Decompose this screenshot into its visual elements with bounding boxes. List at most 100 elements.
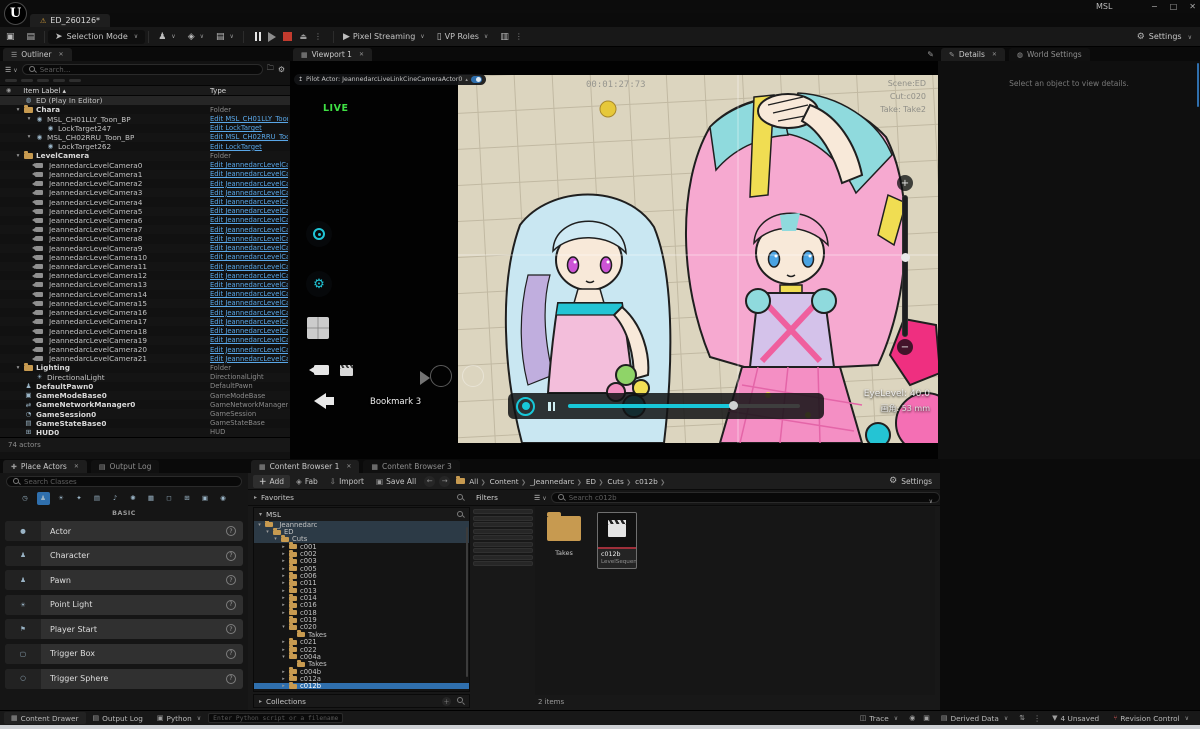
row-type[interactable]: Edit JeannedarcLevelCame	[210, 346, 288, 354]
fab-button[interactable]: ◈ Fab	[290, 477, 324, 486]
tree-item[interactable]: ▸ c016	[254, 602, 469, 609]
tree-item[interactable]: ▸ c018	[254, 609, 469, 616]
outliner-filter-icon[interactable]: ☰	[5, 66, 18, 74]
tree-item[interactable]: ▸ c013	[254, 587, 469, 594]
minimize-button[interactable]: −	[1151, 0, 1158, 13]
category-icon[interactable]: ◻	[163, 492, 176, 505]
target-icon[interactable]: ◉	[909, 714, 915, 722]
selection-mode-dropdown[interactable]: ➤ Selection Mode	[48, 30, 145, 44]
tree-item[interactable]: ▸ c004b	[254, 668, 469, 675]
record-button[interactable]	[516, 397, 535, 416]
table-row[interactable]: JeannedarcLevelCamera18 Edit JeannedarcL…	[0, 326, 290, 335]
tab-details[interactable]: ✎ Details ✕	[941, 48, 1005, 61]
network-icon[interactable]: ⇅	[1019, 714, 1025, 722]
outliner-search[interactable]	[22, 64, 263, 75]
list-item[interactable]: ☀ Point Light ?	[5, 595, 243, 615]
category-icon[interactable]: ♟	[37, 492, 50, 505]
category-icon[interactable]: ☀	[55, 492, 68, 505]
row-type[interactable]: Folder	[210, 152, 288, 160]
expand-arrow[interactable]: ▸	[281, 647, 286, 653]
filter-chip[interactable]	[37, 79, 49, 82]
pilot-toggle[interactable]	[471, 76, 482, 83]
filter-chip[interactable]	[473, 522, 533, 527]
row-type[interactable]: Edit JeannedarcLevelCame	[210, 263, 288, 271]
status-kebab[interactable]: ⋮	[1033, 714, 1041, 723]
expand-arrow[interactable]: ▸	[281, 544, 286, 550]
table-row[interactable]: ◍ ED (Play In Editor)	[0, 96, 290, 105]
step-button[interactable]	[268, 32, 276, 42]
visibility-column-icon[interactable]: ◉	[6, 87, 11, 94]
close-icon[interactable]: ✕	[74, 463, 79, 470]
row-type[interactable]: Edit JeannedarcLevelCame	[210, 198, 288, 206]
list-item[interactable]: ♟ Pawn ?	[5, 570, 243, 590]
category-icon[interactable]: ▣	[199, 492, 212, 505]
category-icon[interactable]: ✺	[127, 492, 140, 505]
row-type[interactable]: DirectionalLight	[210, 373, 288, 381]
tab-output-log[interactable]: ▤ Output Log	[91, 460, 159, 473]
zoom-in-button[interactable]: +	[897, 175, 913, 191]
table-row[interactable]: JeannedarcLevelCamera14 Edit JeannedarcL…	[0, 290, 290, 299]
tree-scrollbar[interactable]	[466, 527, 468, 677]
tab-world-settings[interactable]: ◍ World Settings	[1009, 48, 1090, 61]
table-row[interactable]: JeannedarcLevelCamera11 Edit JeannedarcL…	[0, 262, 290, 271]
favorites-header[interactable]: ▸ Favorites	[248, 493, 470, 502]
table-row[interactable]: ▾ Chara Folder	[0, 105, 290, 114]
table-row[interactable]: JeannedarcLevelCamera21 Edit JeannedarcL…	[0, 354, 290, 363]
focus-target-button[interactable]	[306, 221, 332, 247]
filter-chip[interactable]	[473, 555, 533, 560]
snapshot-icon[interactable]: ▣	[923, 714, 930, 722]
breadcrumb-item[interactable]: Cuts	[607, 477, 623, 486]
zoom-track[interactable]	[902, 195, 908, 337]
table-row[interactable]: JeannedarcLevelCamera17 Edit JeannedarcL…	[0, 317, 290, 326]
tree-item[interactable]: ▸ c012b	[254, 683, 469, 689]
category-icon[interactable]: ♪	[109, 492, 122, 505]
filter-chip[interactable]	[473, 542, 533, 547]
add-collection-icon[interactable]: ＋	[442, 697, 451, 706]
row-type[interactable]: Edit JeannedarcLevelCame	[210, 244, 288, 252]
row-type[interactable]: GameNetworkManager	[210, 401, 288, 409]
next-bookmark-arrow[interactable]	[420, 371, 430, 385]
asset-search[interactable]	[551, 492, 940, 503]
tree-item[interactable]: ▸ c003	[254, 558, 469, 565]
breadcrumb-item[interactable]: ED	[586, 477, 596, 486]
table-row[interactable]: ⇄ GameNetworkManager0 GameNetworkManager	[0, 400, 290, 409]
tree-item[interactable]: ▾ ED	[254, 528, 469, 535]
collections-header[interactable]: ▸ Collections ＋	[253, 694, 470, 708]
tree-item[interactable]: ▸ c014	[254, 594, 469, 601]
collapse-arrow-icon[interactable]: ▴	[465, 77, 468, 83]
blueprints-icon[interactable]: ◈	[182, 32, 210, 42]
camera-icon[interactable]	[314, 365, 329, 375]
row-type[interactable]: Edit JeannedarcLevelCame	[210, 216, 288, 224]
level-tab[interactable]: ⚠ ED_260126*	[30, 14, 110, 27]
filter-chip[interactable]	[53, 79, 65, 82]
row-type[interactable]: Edit MSL_CH02RRU_Toon_I	[210, 133, 288, 141]
expand-arrow[interactable]: ▾	[281, 624, 286, 630]
grid-preview-swatch[interactable]	[307, 317, 329, 339]
expand-arrow[interactable]: ▸	[281, 602, 286, 608]
column-type[interactable]: Type	[210, 87, 226, 95]
expand-arrow[interactable]: ▸	[281, 566, 286, 572]
row-type[interactable]: GameStateBase	[210, 419, 288, 427]
tree-item[interactable]: ▸ c006	[254, 572, 469, 579]
pause-button[interactable]	[255, 32, 262, 41]
expand-arrow[interactable]: ▸	[281, 580, 286, 586]
tree-item[interactable]: ▾ c020	[254, 624, 469, 631]
row-type[interactable]: Edit JeannedarcLevelCame	[210, 226, 288, 234]
row-type[interactable]: Edit JeannedarcLevelCame	[210, 272, 288, 280]
stop-button[interactable]	[283, 32, 292, 41]
table-row[interactable]: JeannedarcLevelCamera19 Edit JeannedarcL…	[0, 336, 290, 345]
maximize-button[interactable]: □	[1170, 0, 1178, 13]
ghost-button-plus[interactable]	[462, 365, 484, 387]
list-item[interactable]: ♟ Character ?	[5, 546, 243, 566]
save-all-button[interactable]: ▣ Save All	[370, 477, 422, 486]
tree-item[interactable]: ▸ c022	[254, 646, 469, 653]
table-row[interactable]: JeannedarcLevelCamera12 Edit JeannedarcL…	[0, 271, 290, 280]
breadcrumb-item[interactable]: _Jeannedarc	[530, 477, 574, 486]
pause-button[interactable]	[548, 402, 555, 411]
tree-item[interactable]: c019	[254, 616, 469, 623]
expand-arrow[interactable]: ▸	[281, 669, 286, 675]
category-icon[interactable]: ◷	[19, 492, 32, 505]
row-type[interactable]: Edit JeannedarcLevelCame	[210, 189, 288, 197]
breadcrumb-item[interactable]: Content	[490, 477, 519, 486]
filter-chip[interactable]	[5, 79, 17, 82]
